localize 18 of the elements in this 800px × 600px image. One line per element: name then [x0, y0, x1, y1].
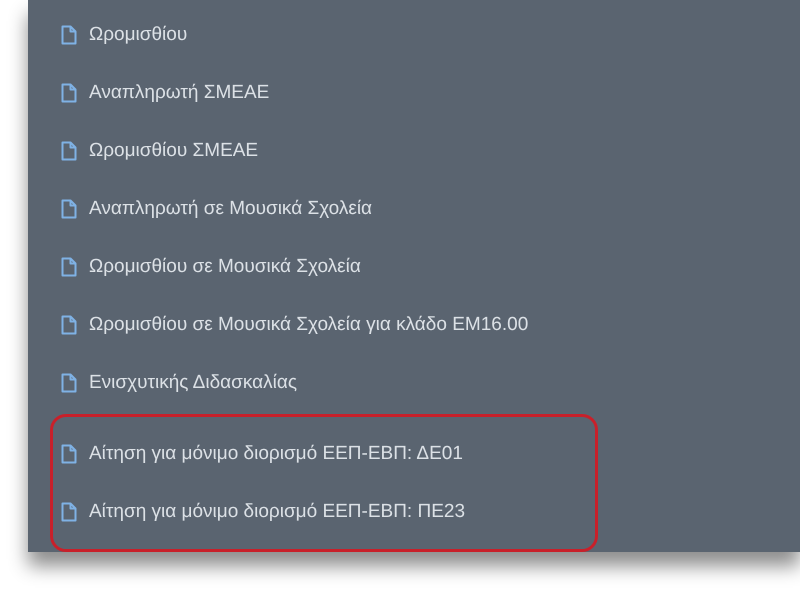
document-icon	[61, 83, 77, 103]
document-icon	[61, 25, 77, 45]
document-icon	[61, 141, 77, 161]
menu-item[interactable]: Ωρομισθίου σε Μουσικά Σχολεία για κλάδο ΕΜ16.00	[61, 296, 800, 354]
menu-item[interactable]: Αίτηση για μόνιμο διορισμό ΕΕΠ-ΕΒΠ: ΔΕ01	[61, 425, 595, 483]
menu-item[interactable]: Αναπληρωτή ΣΜΕΑΕ	[61, 64, 800, 122]
document-icon	[61, 315, 77, 335]
document-icon	[61, 373, 77, 393]
document-icon	[61, 444, 77, 464]
document-icon	[61, 502, 77, 522]
menu-item[interactable]: Ενισχυτικής Διδασκαλίας	[61, 354, 800, 412]
menu-item[interactable]: Αναπληρωτή σε Μουσικά Σχολεία	[61, 180, 800, 238]
document-icon	[61, 199, 77, 219]
menu-item[interactable]: Αίτηση για μόνιμο διορισμό ΕΕΠ-ΕΒΠ: ΠΕ23	[61, 483, 595, 541]
menu-item[interactable]: Ωρομισθίου ΣΜΕΑΕ	[61, 122, 800, 180]
menu-item[interactable]: Ωρομισθίου σε Μουσικά Σχολεία	[61, 238, 800, 296]
document-icon	[61, 257, 77, 277]
menu-item[interactable]: Ωρομισθίου	[61, 6, 800, 64]
